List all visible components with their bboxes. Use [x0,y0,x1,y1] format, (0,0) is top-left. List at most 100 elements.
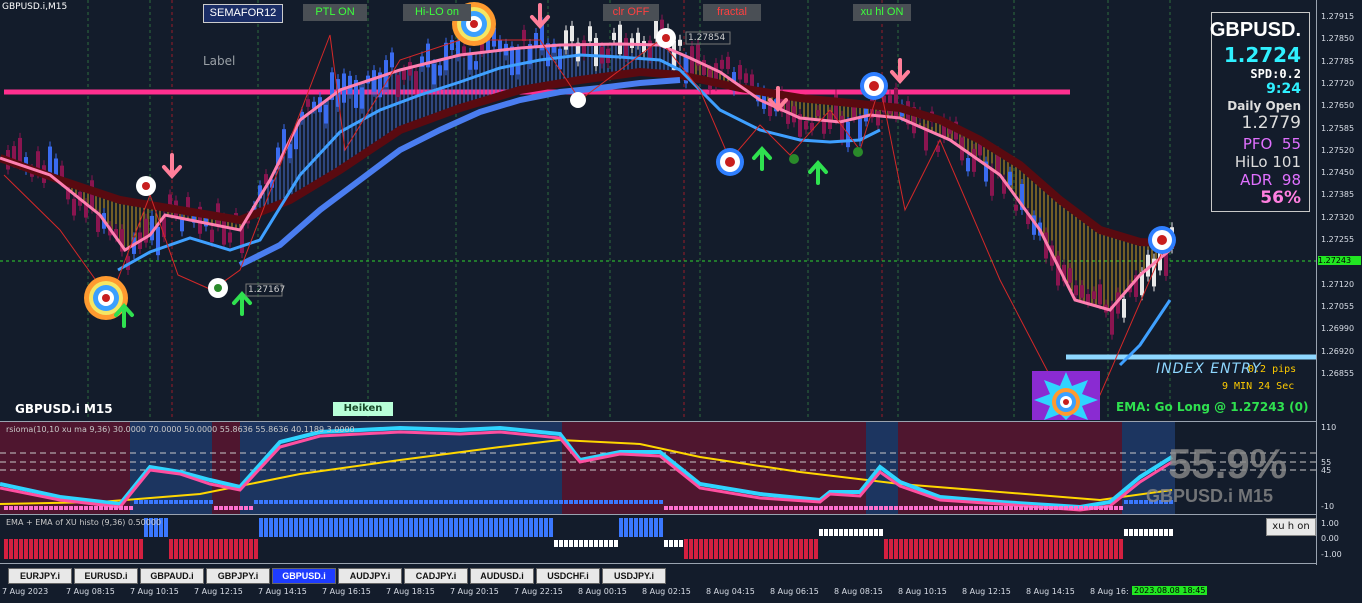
clr-button[interactable]: clr OFF [603,4,659,21]
rsioma-bar [419,500,423,504]
histo-bar [984,539,988,559]
rsioma-indicator-pane[interactable]: rsioma(10,10 xu ma 9,36) 30.0000 70.0000… [0,421,1316,514]
rsioma-bar [584,500,588,504]
rsioma-bar [1004,506,1008,510]
rsioma-bar [164,500,168,504]
histo-bar [904,539,908,559]
candle [396,75,400,97]
rsioma-bar [304,500,308,504]
histo-bar [429,518,433,537]
rsioma-bar [714,506,718,510]
rsioma-bar [1124,500,1128,504]
rsioma-bar [74,506,78,510]
histo-bar [1164,529,1168,536]
histo-bar [129,539,133,559]
histo-bar [664,540,668,547]
histo-bar [834,529,838,536]
tab-usdjpy[interactable]: USDJPY.i [602,568,666,584]
semafor-button[interactable]: SEMAFOR12 [203,4,283,23]
price-tick: 1.27850 [1321,34,1355,44]
rsioma-bar [944,506,948,510]
price-chart-canvas[interactable] [0,0,1316,420]
xu-histo-canvas[interactable] [0,515,1316,563]
histo-bar [1129,529,1133,536]
histo-bar [304,518,308,537]
rsioma-bar [474,500,478,504]
hi-lo-button[interactable]: Hi-LO on [403,4,471,21]
info-timer: 9:24 [1266,81,1301,97]
tab-audusd[interactable]: AUDUSD.i [470,568,534,584]
tab-usdchf[interactable]: USDCHF.i [536,568,600,584]
price-scale[interactable]: 1.27915 1.27850 1.27785 1.27720 1.27650 1.275… [1316,0,1362,565]
candle [72,198,76,216]
histo-bar [374,518,378,537]
main-chart[interactable]: GBPUSD.i,M15 GBPUSD.i M15 Label Heiken 1… [0,0,1316,420]
time-tick: 8 Aug 14:15 [1026,587,1075,596]
time-tick: 7 Aug 20:15 [450,587,499,596]
histo-bar [969,539,973,559]
tab-audjpy[interactable]: AUDJPY.i [338,568,402,584]
histo-bar [974,539,978,559]
candle [54,158,58,176]
rsioma-bar [249,506,253,510]
histo-bar [1099,539,1103,559]
candle [222,217,226,245]
xu-hl-button[interactable]: xu hl ON [853,4,911,21]
info-price: 1.2724 [1223,43,1301,67]
xu-h-on-button[interactable]: xu h on [1266,518,1316,536]
ptl-button[interactable]: PTL ON [303,4,367,21]
rsioma-bar [774,506,778,510]
tab-gbpjpy[interactable]: GBPJPY.i [206,568,270,584]
histo-bar [344,518,348,537]
histo-bar [259,518,263,537]
time-axis[interactable]: 7 Aug 2023 7 Aug 08:15 7 Aug 10:15 7 Aug 12… [0,584,1362,603]
candle [432,64,436,85]
rsioma-bar [479,500,483,504]
histo-bar [4,539,8,559]
histo-bar [739,539,743,559]
info-daily-open: 1.2779 [1241,113,1301,133]
time-tick: 8 Aug 10:15 [898,587,947,596]
rsioma-bar [529,500,533,504]
histo-bar [59,539,63,559]
histo-bar [939,539,943,559]
histo-bar [354,518,358,537]
xu-histo-indicator-pane[interactable]: EMA + EMA of XU histo (9,36) 0.50000 xu … [0,514,1316,563]
histo-bar [334,518,338,537]
histo-bar [39,539,43,559]
candle [48,146,52,176]
histo-bar [1114,539,1118,559]
heiken-button[interactable]: Heiken [333,402,393,416]
rsioma-bar [309,500,313,504]
tab-eurusd[interactable]: EURUSD.i [74,568,138,584]
tab-cadjpy[interactable]: CADJPY.i [404,568,468,584]
rsioma-bar [594,500,598,504]
histo-bar [1149,529,1153,536]
ema-signal-label: EMA: Go Long @ 1.27243 (0) [1116,400,1309,414]
candle [972,148,976,172]
tab-eurjpy[interactable]: EURJPY.i [8,568,72,584]
fractal-button[interactable]: fractal [703,4,761,21]
candle [990,168,994,196]
time-tick: 7 Aug 10:15 [130,587,179,596]
rsioma-bar [1029,506,1033,510]
rsioma-bar [1059,506,1063,510]
rsioma-bar [629,500,633,504]
histo-bar [489,518,493,537]
rsioma-bar [1109,506,1113,510]
rsioma-bar [834,506,838,510]
rsioma-bar [654,500,658,504]
price-tick: 1.27320 [1321,212,1355,222]
tab-gbpaud[interactable]: GBPAUD.i [140,568,204,584]
histo-bar [89,539,93,559]
rsioma-bar [359,500,363,504]
rsioma-canvas[interactable] [0,422,1316,514]
histo-bar [524,518,528,537]
histo-bar [1034,539,1038,559]
rsioma-bar [1079,506,1083,510]
tab-gbpusd[interactable]: GBPUSD.i [272,568,336,584]
rsioma-bar [739,506,743,510]
sub1-tick: 110 [1321,423,1337,432]
rsioma-bar [204,500,208,504]
rsioma-bar [1014,506,1018,510]
